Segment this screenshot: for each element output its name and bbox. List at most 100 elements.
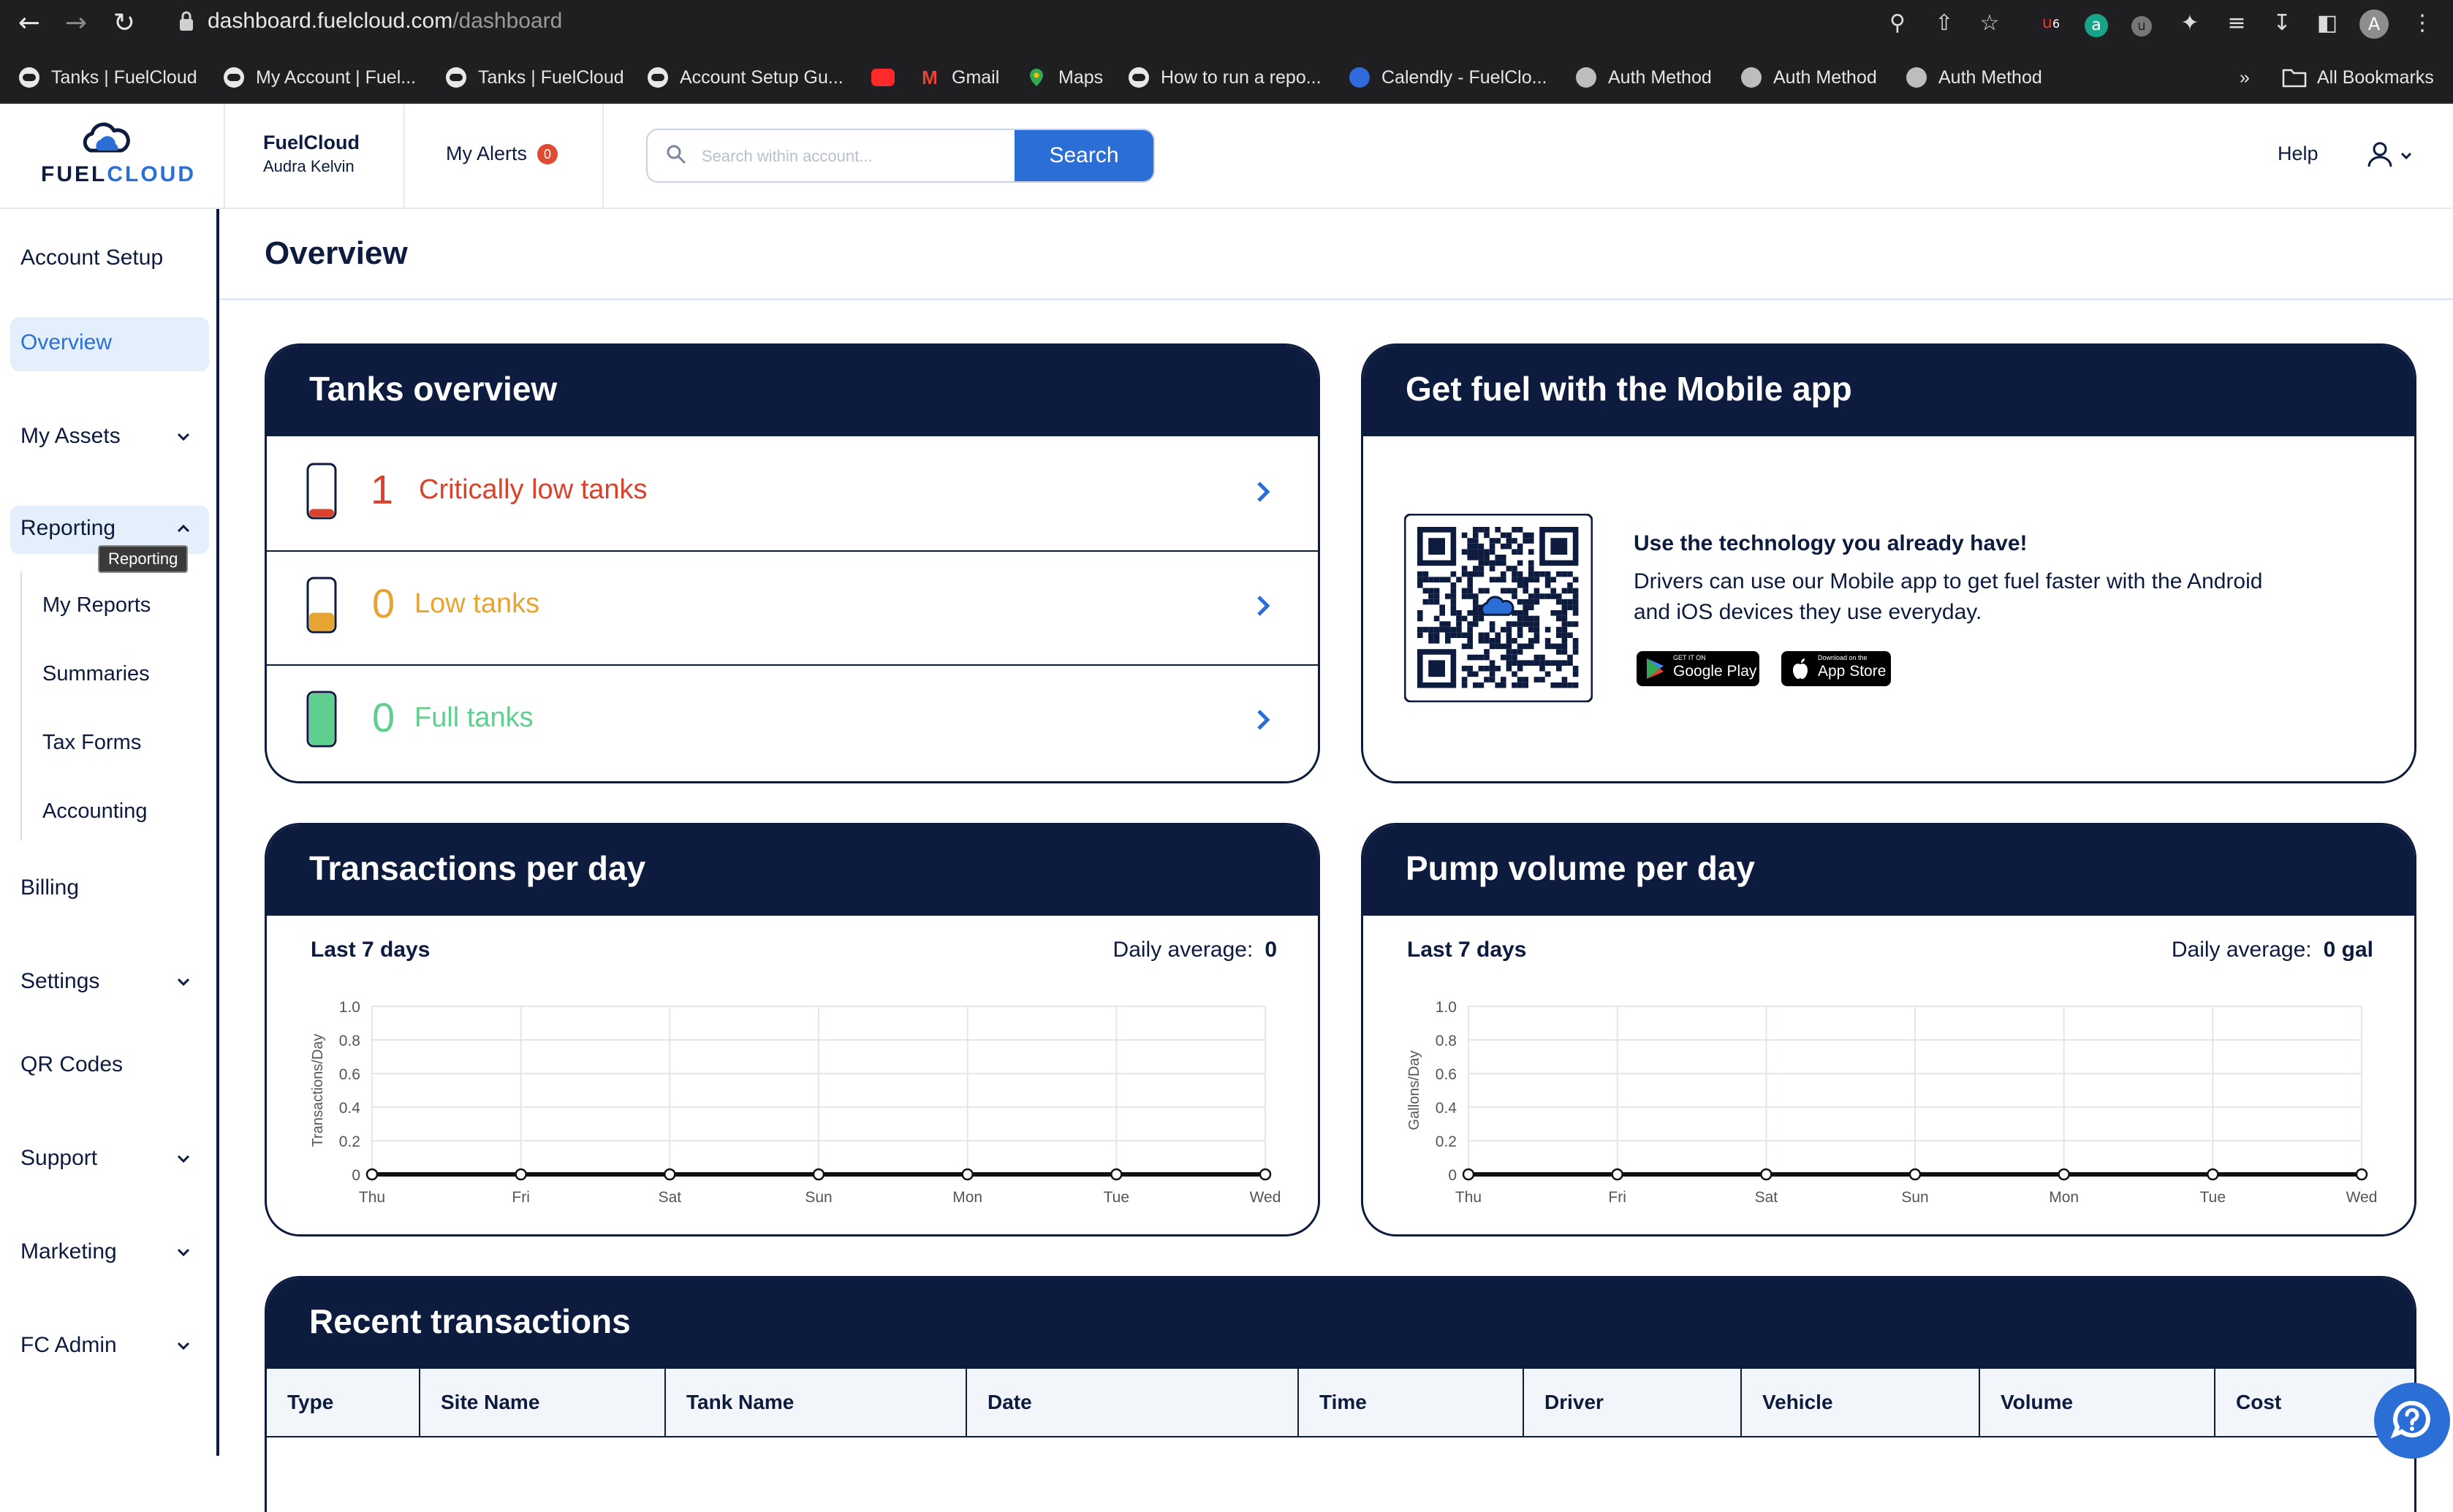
youtube-icon <box>871 69 895 86</box>
calendly-icon <box>1349 67 1370 88</box>
data-point[interactable] <box>2058 1168 2070 1181</box>
profile-avatar[interactable]: A <box>2359 10 2389 39</box>
all-bookmarks[interactable]: All Bookmarks <box>2282 63 2434 92</box>
sidebar-item-settings[interactable]: Settings <box>20 969 99 994</box>
share-icon[interactable]: ⇧ <box>1930 9 1959 38</box>
help-chat-button[interactable] <box>2374 1383 2450 1459</box>
data-point[interactable] <box>1462 1168 1475 1181</box>
forward-icon[interactable]: → <box>58 6 94 41</box>
data-point[interactable] <box>515 1168 527 1181</box>
chevron-down-icon[interactable] <box>175 428 192 444</box>
bookmark-item[interactable]: M Gmail <box>920 63 999 92</box>
column-header-time[interactable]: Time <box>1299 1369 1524 1437</box>
bookmark-item[interactable]: Tanks | FuelCloud <box>446 63 624 92</box>
column-header-vehicle[interactable]: Vehicle <box>1742 1369 1980 1437</box>
column-header-type[interactable]: Type <box>267 1369 420 1437</box>
data-point[interactable] <box>1908 1168 1922 1181</box>
chevron-down-icon[interactable] <box>175 973 192 989</box>
sidebar-item-fc-admin[interactable]: FC Admin <box>20 1333 117 1358</box>
tank-row-low[interactable]: 0 Low tanks <box>267 550 1318 666</box>
help-link[interactable]: Help <box>2278 143 2319 165</box>
sidebar-item-support[interactable]: Support <box>20 1146 97 1171</box>
sidebar-item-my-assets[interactable]: My Assets <box>20 424 121 449</box>
chevron-down-icon[interactable] <box>175 1337 192 1353</box>
data-point[interactable] <box>812 1168 825 1181</box>
data-point[interactable] <box>365 1168 379 1181</box>
bookmark-item[interactable]: Auth Method <box>1906 63 2042 92</box>
google-play-badge[interactable]: GET IT ON Google Play <box>1637 651 1759 686</box>
extension-u-icon[interactable]: u <box>2131 16 2152 37</box>
my-alerts-link[interactable]: My Alerts 0 <box>446 143 558 165</box>
chevron-down-icon <box>2400 152 2412 160</box>
bookmark-star-icon[interactable]: ☆ <box>1975 9 2004 38</box>
tank-row-critical[interactable]: 1 Critically low tanks <box>267 436 1318 552</box>
bookmark-item[interactable]: Account Setup Gu... <box>648 63 843 92</box>
download-icon[interactable]: ↧ <box>2267 9 2297 38</box>
gmail-icon: M <box>922 67 938 88</box>
sidebar-item-overview[interactable]: Overview <box>20 330 112 355</box>
title-divider <box>219 298 2453 300</box>
url-text[interactable]: dashboard.fuelcloud.com/dashboard <box>208 9 562 34</box>
ublock-icon[interactable]: u6 <box>2036 9 2066 38</box>
column-header-tank-name[interactable]: Tank Name <box>666 1369 967 1437</box>
reload-icon[interactable]: ↻ <box>107 6 142 41</box>
bookmark-item[interactable]: Maps <box>1026 63 1103 92</box>
column-header-date[interactable]: Date <box>967 1369 1299 1437</box>
transactions-chart-card: Transactions per day Last 7 days Daily a… <box>265 823 1320 1236</box>
sidebar-item-marketing[interactable]: Marketing <box>20 1239 117 1264</box>
column-header-volume[interactable]: Volume <box>1980 1369 2215 1437</box>
bookmarks-overflow[interactable]: » <box>2240 63 2250 92</box>
sidebar-item-billing[interactable]: Billing <box>20 875 79 900</box>
data-point[interactable] <box>1110 1168 1123 1181</box>
search-input[interactable] <box>700 130 1032 181</box>
data-point[interactable] <box>664 1168 676 1181</box>
search-icon <box>667 145 686 164</box>
chevron-down-icon[interactable] <box>175 1244 192 1260</box>
card-header: Tanks overview <box>267 346 1318 436</box>
sidebar-item-tax-forms[interactable]: Tax Forms <box>42 731 141 755</box>
url-path: /dashboard <box>452 9 563 33</box>
card-title: Recent transactions <box>309 1302 631 1340</box>
x-tick-label: Sun <box>1901 1189 1928 1206</box>
bookmark-item[interactable]: Calendly - FuelClo... <box>1349 63 1547 92</box>
chevron-up-icon[interactable] <box>175 520 192 536</box>
bookmark-label: Account Setup Gu... <box>680 67 843 88</box>
bookmark-item[interactable] <box>871 63 906 92</box>
data-point[interactable] <box>1760 1168 1773 1181</box>
zoom-icon[interactable]: ⚲ <box>1883 9 1912 38</box>
data-point[interactable] <box>961 1168 974 1181</box>
bookmark-item[interactable]: My Account | Fuel... <box>224 63 416 92</box>
column-header-site-name[interactable]: Site Name <box>420 1369 666 1437</box>
search-button[interactable]: Search <box>1015 130 1153 181</box>
data-point[interactable] <box>2207 1168 2219 1181</box>
bookmark-item[interactable]: Tanks | FuelCloud <box>19 63 197 92</box>
column-header-driver[interactable]: Driver <box>1524 1369 1742 1437</box>
data-point[interactable] <box>2355 1168 2368 1181</box>
back-icon[interactable]: ← <box>12 6 47 41</box>
sidebar-item-my-reports[interactable]: My Reports <box>42 593 151 618</box>
user-menu-button[interactable] <box>2365 139 2416 171</box>
data-point[interactable] <box>1611 1168 1623 1181</box>
side-panel-icon[interactable]: ◧ <box>2313 9 2342 38</box>
sidebar-item-accounting[interactable]: Accounting <box>42 799 148 824</box>
bookmark-item[interactable]: Auth Method <box>1576 63 1712 92</box>
reading-list-icon[interactable]: ≡ <box>2222 9 2251 38</box>
chevron-down-icon[interactable] <box>175 1150 192 1166</box>
bookmark-item[interactable]: Auth Method <box>1741 63 1877 92</box>
tank-row-full[interactable]: 0 Full tanks <box>267 664 1318 778</box>
sidebar-item-reporting[interactable]: Reporting <box>20 516 115 541</box>
globe-icon <box>1741 67 1762 88</box>
puzzle-icon[interactable]: ✦ <box>2175 9 2204 38</box>
sidebar-item-summaries[interactable]: Summaries <box>42 662 150 686</box>
bookmark-item[interactable]: How to run a repo... <box>1129 63 1322 92</box>
avg-label: Daily average: <box>1112 938 1254 962</box>
data-point[interactable] <box>1259 1168 1272 1181</box>
grammarly-icon[interactable]: a <box>2085 14 2108 37</box>
fuelcloud-logo-icon[interactable] <box>80 121 132 156</box>
company-name[interactable]: FuelCloud <box>263 132 360 154</box>
sidebar-item-account-setup[interactable]: Account Setup <box>20 246 163 270</box>
logo-wordmark[interactable]: FUELCLOUD <box>41 162 196 187</box>
menu-kebab-icon[interactable]: ⋮ <box>2408 9 2437 38</box>
app-store-badge[interactable]: Download on the App Store <box>1781 651 1891 686</box>
sidebar-item-qr-codes[interactable]: QR Codes <box>20 1052 123 1077</box>
